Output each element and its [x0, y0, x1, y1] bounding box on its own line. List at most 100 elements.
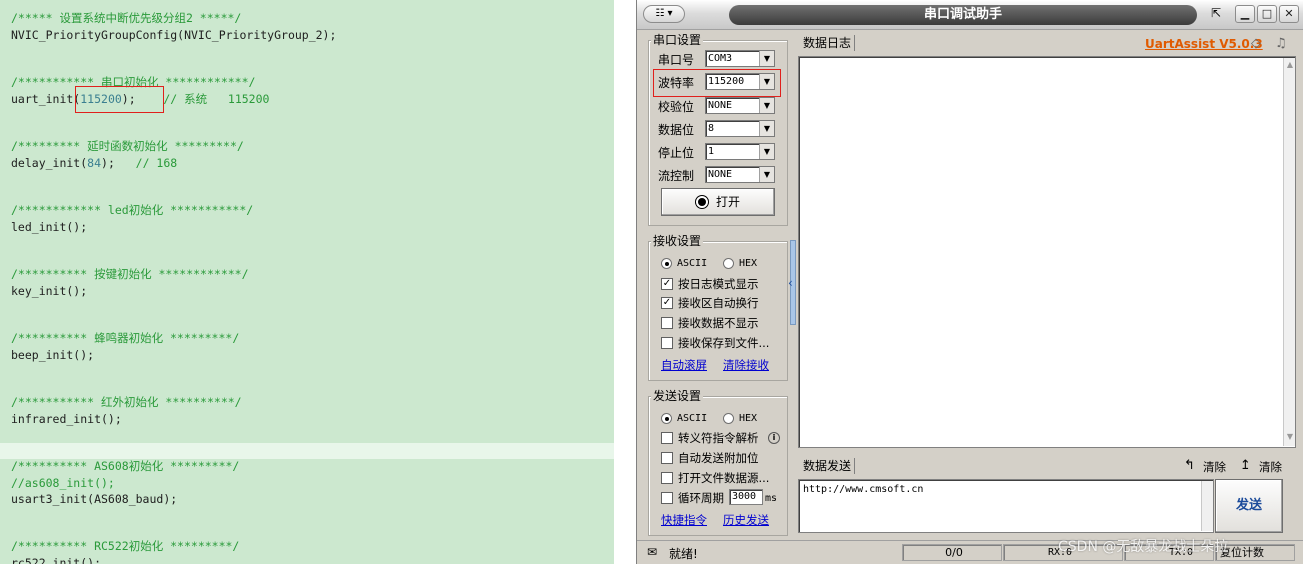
code-line: key_init(); — [11, 284, 88, 298]
auto-wrap-label: 接收区自动换行 — [678, 296, 759, 310]
watermark: CSDN @无敌暴龙战士朵拉 — [1058, 539, 1229, 555]
clear-left-icon[interactable]: ↰ — [1184, 458, 1195, 473]
port-label: 串口号 — [658, 53, 695, 67]
diamond-icon[interactable]: ◇ — [1251, 36, 1261, 51]
auto-scroll-link[interactable]: 自动滚屏 — [661, 358, 707, 372]
group-title: 发送设置 — [651, 389, 704, 403]
receive-ascii-label: ASCII — [677, 258, 708, 269]
escape-label: 转义符指令解析 — [678, 431, 759, 445]
chevron-up-icon[interactable]: ▲ — [1285, 60, 1295, 70]
send-ascii-label: ASCII — [677, 413, 708, 424]
code-line-comment: /*********** 红外初始化 **********/ — [11, 395, 242, 409]
cycle-label: 循环周期 — [678, 491, 724, 505]
stopbits-label: 停止位 — [658, 146, 695, 160]
open-file-label: 打开文件数据源... — [678, 471, 770, 485]
stopbits-select[interactable]: 1 ▼ — [705, 143, 775, 160]
code-line-comment: /************ led初始化 ***********/ — [11, 203, 254, 217]
databits-select[interactable]: 8 ▼ — [705, 120, 775, 137]
flow-select[interactable]: NONE ▼ — [705, 166, 775, 183]
log-mode-checkbox[interactable]: ✓ — [661, 278, 673, 290]
cycle-unit: ms — [765, 493, 778, 504]
highlight-box-baud-setting — [653, 69, 781, 97]
open-port-button[interactable]: 打开 — [661, 188, 775, 216]
code-line: beep_init(); — [11, 348, 95, 362]
status-ready: 就绪! — [669, 547, 698, 561]
status-icon: ✉ — [647, 545, 658, 559]
save-file-label: 接收保存到文件... — [678, 336, 770, 350]
chevron-down-icon[interactable]: ▼ — [1285, 432, 1295, 442]
log-scrollbar[interactable]: ▲ ▼ — [1283, 58, 1295, 446]
receive-hex-label: HEX — [739, 258, 758, 269]
uart-assist-window: ☷ ▾ 串口调试助手 ⇱ ▁ □ ✕ 串口设置 串口号 COM3 ▼ 波特率 11… — [636, 0, 1303, 564]
status-counter: 0/0 — [902, 544, 1002, 561]
code-line: usart3_init(AS608_baud); — [11, 492, 178, 506]
history-link[interactable]: 历史发送 — [723, 513, 769, 527]
code-line-comment: /********* 延时函数初始化 *********/ — [11, 139, 244, 153]
tab-data-log[interactable]: 数据日志 — [800, 35, 856, 51]
shortcut-link[interactable]: 快捷指令 — [661, 513, 707, 527]
clear-button-1[interactable]: 清除 — [1203, 460, 1226, 474]
append-label: 自动发送附加位 — [678, 451, 759, 465]
code-line-comment: /********** 按键初始化 ************/ — [11, 267, 249, 281]
close-button[interactable]: ✕ — [1279, 5, 1299, 23]
send-hex-label: HEX — [739, 413, 758, 424]
chevron-down-icon: ▼ — [759, 144, 774, 159]
escape-checkbox[interactable] — [661, 432, 673, 444]
code-line: NVIC_PriorityGroupConfig(NVIC_PriorityGr… — [11, 28, 337, 42]
flow-label: 流控制 — [658, 169, 695, 183]
cycle-period-input[interactable]: 3000 — [729, 489, 763, 505]
send-button[interactable]: 发送 — [1215, 479, 1283, 533]
databits-label: 数据位 — [658, 123, 695, 137]
send-input[interactable]: http://www.cmsoft.cn — [798, 479, 1214, 533]
record-icon — [695, 196, 708, 208]
code-editor[interactable]: /***** 设置系统中断优先级分组2 *****/ NVIC_Priority… — [0, 0, 614, 564]
tab-data-send[interactable]: 数据发送 — [800, 458, 856, 474]
code-line: infrared_init(); — [11, 412, 122, 426]
hide-data-label: 接收数据不显示 — [678, 316, 759, 330]
clear-button-2[interactable]: 清除 — [1259, 460, 1282, 474]
clear-up-icon[interactable]: ↥ — [1240, 458, 1251, 473]
maximize-button[interactable]: □ — [1257, 5, 1277, 23]
system-menu-button[interactable]: ☷ ▾ — [643, 5, 685, 23]
send-hex-radio[interactable] — [723, 413, 734, 424]
auto-wrap-checkbox[interactable]: ✓ — [661, 297, 673, 309]
receive-log-area[interactable]: ▲ ▼ — [798, 56, 1296, 448]
send-ascii-radio[interactable] — [661, 413, 672, 424]
receive-ascii-radio[interactable] — [661, 258, 672, 269]
code-line-comment: /********** RC522初始化 *********/ — [11, 539, 240, 553]
bell-icon[interactable]: ♫ — [1275, 36, 1287, 51]
code-line-comment: /********** 蜂鸣器初始化 *********/ — [11, 331, 240, 345]
brand-link[interactable]: UartAssist V5.0.3 — [1145, 37, 1263, 51]
cycle-checkbox[interactable] — [661, 492, 673, 504]
collapse-arrow-icon[interactable]: ‹ — [788, 276, 793, 290]
code-line-comment: /********** AS608初始化 *********/ — [11, 459, 240, 473]
code-line: rc522_init(); — [11, 556, 102, 564]
window-gap — [614, 0, 636, 564]
hide-data-checkbox[interactable] — [661, 317, 673, 329]
code-line-comment: /***** 设置系统中断优先级分组2 *****/ — [11, 11, 242, 25]
chevron-down-icon: ▼ — [759, 51, 774, 66]
parity-select[interactable]: NONE ▼ — [705, 97, 775, 114]
group-title: 接收设置 — [651, 234, 704, 248]
current-line-highlight — [0, 443, 614, 459]
append-checkbox[interactable] — [661, 452, 673, 464]
code-line-delay-init: delay_init(84); // 168 — [11, 156, 178, 170]
chevron-down-icon: ▼ — [759, 98, 774, 113]
pin-icon[interactable]: ⇱ — [1211, 6, 1221, 20]
save-file-checkbox[interactable] — [661, 337, 673, 349]
open-file-checkbox[interactable] — [661, 472, 673, 484]
chevron-down-icon: ▼ — [759, 167, 774, 182]
title-bar[interactable]: ☷ ▾ 串口调试助手 ⇱ ▁ □ ✕ — [637, 0, 1303, 30]
code-line: led_init(); — [11, 220, 88, 234]
send-scrollbar[interactable] — [1201, 481, 1213, 531]
window-title: 串口调试助手 — [729, 5, 1197, 25]
port-select[interactable]: COM3 ▼ — [705, 50, 775, 67]
clear-receive-link[interactable]: 清除接收 — [723, 358, 769, 372]
highlight-box-baud — [75, 86, 164, 113]
log-mode-label: 按日志模式显示 — [678, 277, 759, 291]
minimize-button[interactable]: ▁ — [1235, 5, 1255, 23]
receive-hex-radio[interactable] — [723, 258, 734, 269]
code-line-comment: //as608_init(); — [11, 476, 115, 490]
chevron-down-icon: ▼ — [759, 121, 774, 136]
info-icon[interactable]: i — [768, 432, 780, 444]
